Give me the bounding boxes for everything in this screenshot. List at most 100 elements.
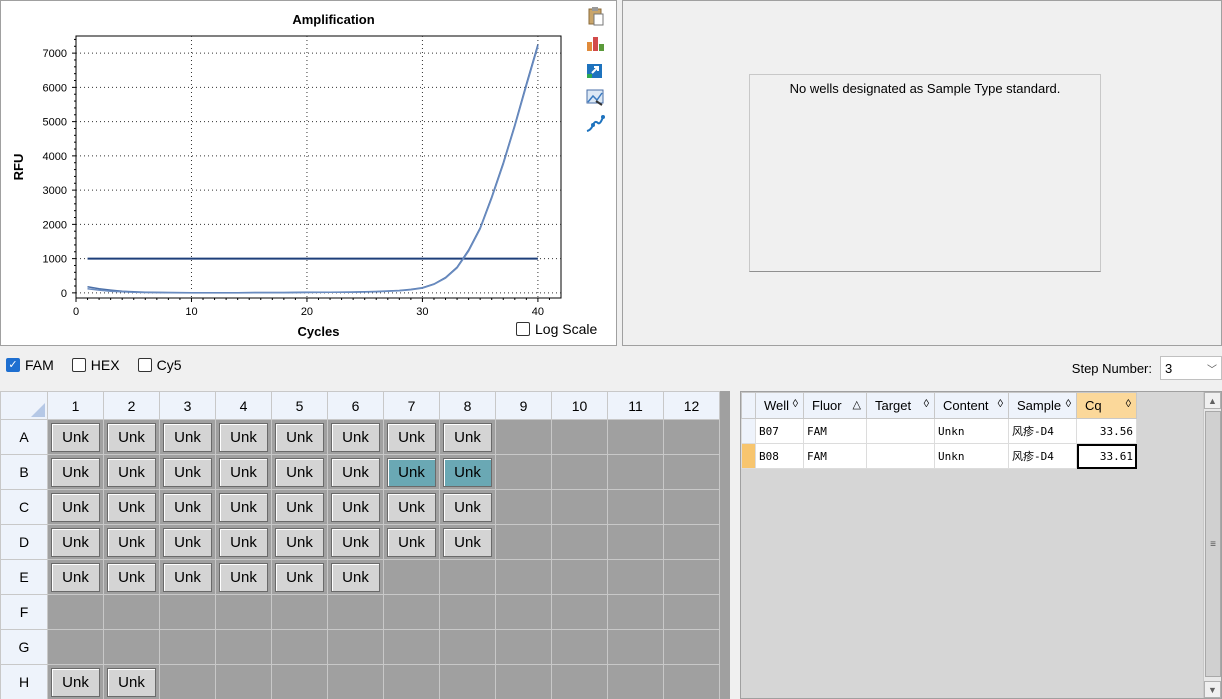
plate-well[interactable] — [439, 594, 496, 630]
curve-icon[interactable] — [584, 113, 606, 135]
plate-well[interactable] — [663, 594, 720, 630]
results-cell-well[interactable]: B07 — [755, 418, 804, 444]
plate-well[interactable] — [551, 524, 608, 560]
hex-checkbox[interactable] — [71, 358, 86, 372]
results-column-header[interactable]: Target ◊ — [866, 392, 935, 419]
scroll-thumb[interactable]: ≡ — [1205, 411, 1221, 677]
export-icon[interactable] — [584, 59, 606, 81]
plate-well[interactable]: Unk — [159, 559, 216, 595]
plate-well[interactable]: Unk — [439, 419, 496, 455]
cy5-checkbox[interactable] — [137, 358, 152, 372]
results-column-header[interactable]: Sample ◊ — [1008, 392, 1077, 419]
plate-well[interactable] — [551, 559, 608, 595]
plate-well[interactable] — [607, 629, 664, 665]
results-column-header[interactable]: Content ◊ — [934, 392, 1009, 419]
results-cell-target[interactable] — [866, 443, 935, 469]
sort-icon[interactable]: ◊ — [998, 398, 1003, 410]
plate-well[interactable]: Unk — [327, 489, 384, 525]
fluor-option-hex[interactable]: HEX — [71, 357, 120, 373]
plate-well[interactable] — [607, 559, 664, 595]
plate-well[interactable]: Unk — [47, 489, 104, 525]
plate-well[interactable]: Unk — [103, 559, 160, 595]
scroll-up-button[interactable]: ▲ — [1204, 392, 1221, 409]
plate-well[interactable] — [439, 559, 496, 595]
plate-well[interactable] — [663, 629, 720, 665]
fluor-option-cy5[interactable]: Cy5 — [137, 357, 181, 373]
plate-well[interactable] — [495, 524, 552, 560]
results-cell-sample[interactable]: 风疹-D4 — [1008, 443, 1077, 469]
sort-icon[interactable]: △ — [853, 398, 861, 411]
plate-well[interactable]: Unk — [159, 524, 216, 560]
plate-row-header[interactable]: D — [0, 524, 48, 560]
plate-well[interactable]: Unk — [271, 454, 328, 490]
plate-well[interactable]: Unk — [383, 454, 440, 490]
log-scale-toggle[interactable]: Log Scale — [516, 321, 597, 337]
plate-column-header[interactable]: 9 — [495, 391, 552, 420]
row-selector[interactable] — [741, 443, 756, 469]
plate-well[interactable] — [607, 594, 664, 630]
clipboard-icon[interactable] — [584, 5, 606, 27]
plate-well[interactable] — [215, 594, 272, 630]
plate-well[interactable] — [271, 664, 328, 699]
sort-icon[interactable]: ◊ — [1066, 398, 1071, 410]
plate-well[interactable]: Unk — [47, 664, 104, 699]
fam-checkbox[interactable]: ✓ — [6, 358, 20, 372]
plate-column-header[interactable]: 6 — [327, 391, 384, 420]
plate-well[interactable] — [327, 594, 384, 630]
plate-row-header[interactable]: H — [0, 664, 48, 699]
plate-well[interactable] — [607, 524, 664, 560]
plate-well[interactable]: Unk — [383, 489, 440, 525]
plate-well[interactable] — [551, 629, 608, 665]
plate-well[interactable] — [495, 489, 552, 525]
plate-well[interactable] — [103, 594, 160, 630]
plate-well[interactable] — [327, 664, 384, 699]
plate-well[interactable] — [159, 594, 216, 630]
plate-well[interactable] — [215, 664, 272, 699]
plate-well[interactable] — [103, 629, 160, 665]
plate-well[interactable]: Unk — [103, 489, 160, 525]
plate-well[interactable]: Unk — [439, 454, 496, 490]
plate-well[interactable] — [663, 419, 720, 455]
plate-well[interactable]: Unk — [103, 419, 160, 455]
results-cell-cq[interactable]: 33.61 — [1076, 443, 1137, 469]
sort-icon[interactable]: ◊ — [1126, 398, 1131, 410]
results-cell-content[interactable]: Unkn — [934, 418, 1009, 444]
results-column-header[interactable]: Cq ◊ — [1076, 392, 1137, 419]
plate-well[interactable]: Unk — [159, 454, 216, 490]
sort-icon[interactable]: ◊ — [793, 398, 798, 410]
plate-well[interactable] — [607, 454, 664, 490]
plate-well[interactable]: Unk — [103, 664, 160, 699]
results-row[interactable]: B08 FAM Unkn 风疹-D4 33.61 — [741, 443, 1137, 469]
plate-well[interactable] — [439, 664, 496, 699]
results-column-header[interactable]: Fluor △ — [803, 392, 867, 419]
plate-well[interactable] — [607, 419, 664, 455]
plate-well[interactable] — [47, 594, 104, 630]
plate-well[interactable] — [271, 629, 328, 665]
log-scale-checkbox[interactable] — [516, 322, 530, 336]
plate-well[interactable] — [495, 454, 552, 490]
plate-well[interactable] — [551, 594, 608, 630]
step-number-select[interactable]: 3 ﹀ — [1160, 356, 1222, 380]
plate-well[interactable]: Unk — [159, 489, 216, 525]
plate-well[interactable]: Unk — [103, 454, 160, 490]
plate-well[interactable]: Unk — [215, 559, 272, 595]
results-scrollbar[interactable]: ▲ ≡ ▼ — [1203, 392, 1221, 698]
results-cell-fluor[interactable]: FAM — [803, 443, 867, 469]
fluor-option-fam[interactable]: ✓ FAM — [6, 357, 54, 373]
plate-row-header[interactable]: E — [0, 559, 48, 595]
plate-well[interactable]: Unk — [327, 454, 384, 490]
plate-well[interactable]: Unk — [271, 419, 328, 455]
plate-well[interactable] — [159, 629, 216, 665]
plate-well[interactable] — [551, 489, 608, 525]
plate-well[interactable] — [663, 454, 720, 490]
image-icon[interactable] — [584, 86, 606, 108]
results-column-header[interactable]: Well ◊ — [755, 392, 804, 419]
row-selector[interactable] — [741, 418, 756, 444]
results-cell-sample[interactable]: 风疹-D4 — [1008, 418, 1077, 444]
plate-well[interactable] — [551, 664, 608, 699]
results-cell-target[interactable] — [866, 418, 935, 444]
plate-well[interactable]: Unk — [215, 454, 272, 490]
plate-well[interactable] — [159, 664, 216, 699]
chart-bars-icon[interactable] — [584, 32, 606, 54]
plate-row-header[interactable]: G — [0, 629, 48, 665]
